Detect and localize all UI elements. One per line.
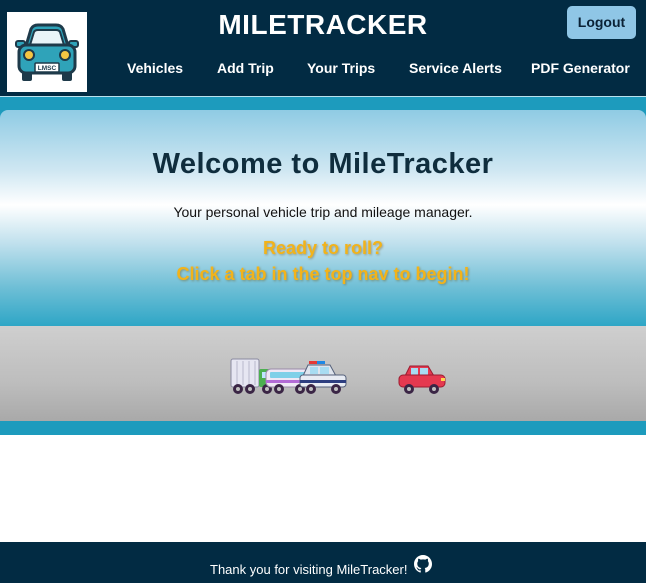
hero-subtitle: Your personal vehicle trip and mileage m… [173, 204, 473, 220]
footer-text: Thank you for visiting MileTracker! [210, 562, 408, 577]
vehicles-graphic [230, 358, 446, 394]
cta-line-1: Ready to roll? [262, 238, 383, 258]
nav-your-trips[interactable]: Your Trips [307, 60, 375, 76]
nav-pdf-generator[interactable]: PDF Generator [531, 60, 630, 76]
github-icon[interactable] [414, 555, 432, 573]
nav-add-trip[interactable]: Add Trip [217, 60, 274, 76]
logo-plate-text: LMSC [38, 65, 57, 72]
top-header [0, 0, 646, 96]
nav-vehicles[interactable]: Vehicles [127, 60, 183, 76]
vehicle-road-strip [0, 326, 646, 421]
red-car-icon [398, 365, 446, 394]
nav-service-alerts[interactable]: Service Alerts [409, 60, 502, 76]
cta-line-2: Click a tab in the top nav to begin! [176, 264, 470, 284]
car-logo-icon: LMSC [15, 23, 79, 81]
logo[interactable]: LMSC [7, 12, 87, 92]
police-car-icon [299, 361, 347, 394]
logout-button[interactable]: Logout [567, 6, 636, 39]
hero-title: Welcome to MileTracker [152, 148, 494, 180]
